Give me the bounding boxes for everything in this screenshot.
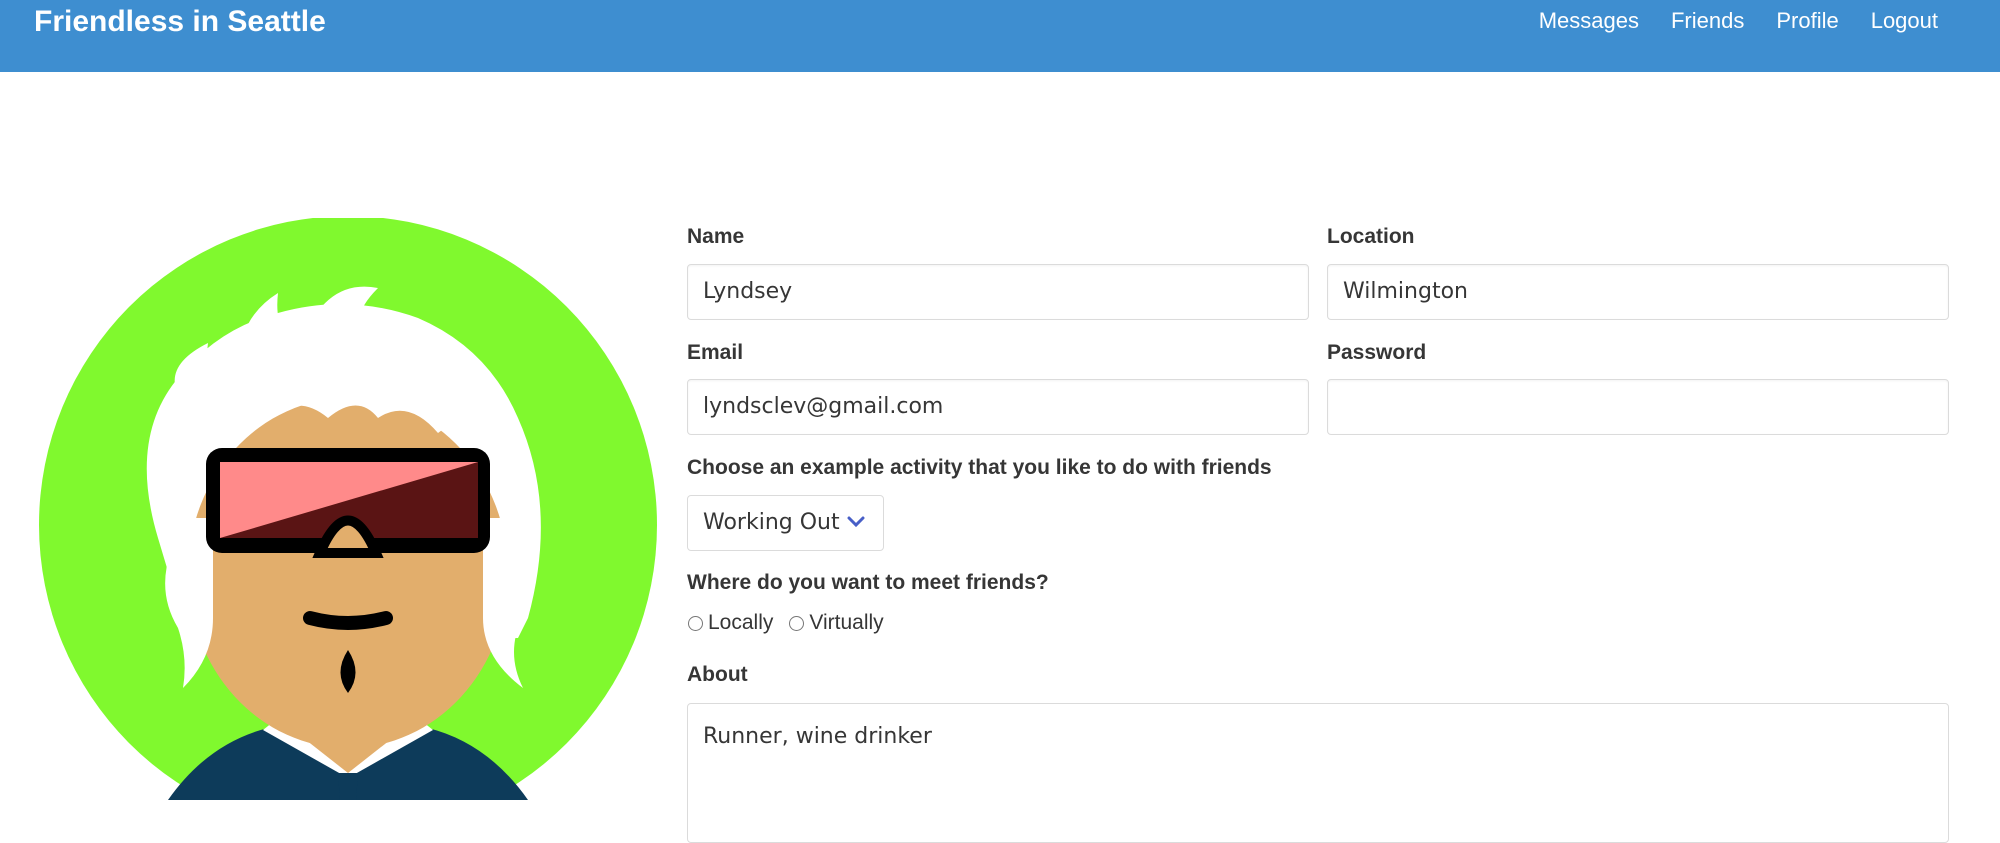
location-label: Location: [1327, 225, 1415, 248]
about-textarea[interactable]: Runner, wine drinker: [687, 703, 1949, 843]
nav-link-profile[interactable]: Profile: [1760, 5, 1854, 37]
activity-select[interactable]: Working Out: [687, 495, 884, 551]
chevron-down-icon: [847, 516, 865, 528]
meet-label: Where do you want to meet friends?: [687, 571, 1049, 594]
navbar: Friendless in Seattle Messages Friends P…: [0, 0, 2000, 72]
brand-title[interactable]: Friendless in Seattle: [34, 3, 326, 41]
location-input[interactable]: Wilmington: [1327, 264, 1949, 320]
password-input[interactable]: [1327, 379, 1949, 435]
activity-label: Choose an example activity that you like…: [687, 456, 1272, 479]
radio-virtually[interactable]: Virtually: [789, 611, 884, 635]
meet-radio-group: Locally Virtually: [688, 611, 900, 635]
avatar: [38, 218, 658, 800]
nav-link-friends[interactable]: Friends: [1655, 5, 1760, 37]
about-label: About: [687, 663, 748, 686]
nav-link-messages[interactable]: Messages: [1523, 5, 1655, 37]
radio-locally-button[interactable]: [688, 615, 703, 631]
avatar-illustration-icon: [39, 218, 657, 800]
radio-virtually-button[interactable]: [789, 615, 805, 631]
email-label: Email: [687, 341, 744, 364]
email-input[interactable]: lyndsclev@gmail.com: [687, 379, 1309, 435]
radio-locally-label: Locally: [708, 611, 774, 634]
name-label: Name: [687, 225, 745, 248]
name-input[interactable]: Lyndsey: [687, 264, 1309, 320]
radio-virtually-label: Virtually: [809, 611, 884, 634]
nav-link-logout[interactable]: Logout: [1855, 5, 1954, 37]
nav-links: Messages Friends Profile Logout: [1523, 5, 1954, 37]
password-label: Password: [1327, 341, 1427, 364]
radio-locally[interactable]: Locally: [688, 611, 773, 635]
activity-selected-value: Working Out: [703, 510, 840, 535]
